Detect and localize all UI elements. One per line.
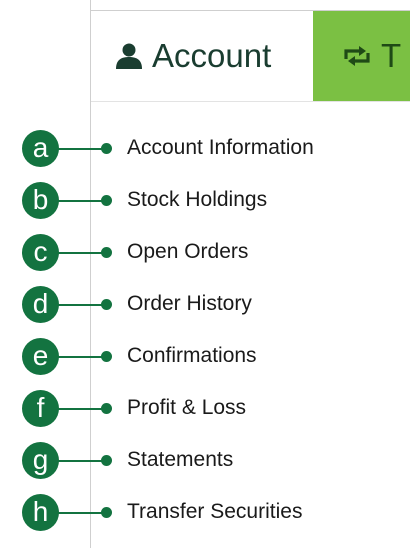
bullet-dot xyxy=(101,403,112,414)
bullet-dot xyxy=(101,351,112,362)
menu-item-label[interactable]: Open Orders xyxy=(127,240,248,264)
callout-badge: f xyxy=(22,390,59,427)
tab-trade-label: T xyxy=(381,37,402,74)
callout-connector xyxy=(58,356,103,358)
menu-item-label[interactable]: Account Information xyxy=(127,136,314,160)
tab-bar: Account T xyxy=(91,11,410,102)
callout-badge: b xyxy=(22,182,59,219)
bullet-dot xyxy=(101,299,112,310)
tab-account-label: Account xyxy=(152,37,272,74)
menu-item-profit-loss[interactable]: f Profit & Loss xyxy=(0,390,410,430)
callout-badge: c xyxy=(22,234,59,271)
bullet-dot xyxy=(101,143,112,154)
tab-account[interactable]: Account xyxy=(91,11,313,101)
menu-item-order-history[interactable]: d Order History xyxy=(0,286,410,326)
bullet-dot xyxy=(101,247,112,258)
callout-badge: h xyxy=(22,494,59,531)
menu-item-label[interactable]: Statements xyxy=(127,448,233,472)
callout-connector xyxy=(58,460,103,462)
menu-item-confirmations[interactable]: e Confirmations xyxy=(0,338,410,378)
menu-item-label[interactable]: Order History xyxy=(127,292,252,316)
callout-connector xyxy=(58,148,103,150)
user-icon xyxy=(116,43,142,69)
bullet-dot xyxy=(101,455,112,466)
callout-connector xyxy=(58,512,103,514)
callout-connector xyxy=(58,304,103,306)
menu-item-open-orders[interactable]: c Open Orders xyxy=(0,234,410,274)
menu-item-label[interactable]: Profit & Loss xyxy=(127,396,246,420)
callout-badge: e xyxy=(22,338,59,375)
swap-arrows-icon xyxy=(344,46,370,66)
menu-item-statements[interactable]: g Statements xyxy=(0,442,410,482)
menu-item-label[interactable]: Transfer Securities xyxy=(127,500,302,524)
callout-badge: d xyxy=(22,286,59,323)
callout-connector xyxy=(58,252,103,254)
callout-badge: g xyxy=(22,442,59,479)
menu-item-label[interactable]: Confirmations xyxy=(127,344,257,368)
menu-item-stock-holdings[interactable]: b Stock Holdings xyxy=(0,182,410,222)
menu-item-transfer-securities[interactable]: h Transfer Securities xyxy=(0,494,410,534)
menu-item-account-information[interactable]: a Account Information xyxy=(0,130,410,170)
menu-item-label[interactable]: Stock Holdings xyxy=(127,188,267,212)
bullet-dot xyxy=(101,507,112,518)
callout-connector xyxy=(58,200,103,202)
bullet-dot xyxy=(101,195,112,206)
callout-badge: a xyxy=(22,130,59,167)
tab-trade[interactable]: T xyxy=(313,11,410,101)
callout-connector xyxy=(58,408,103,410)
